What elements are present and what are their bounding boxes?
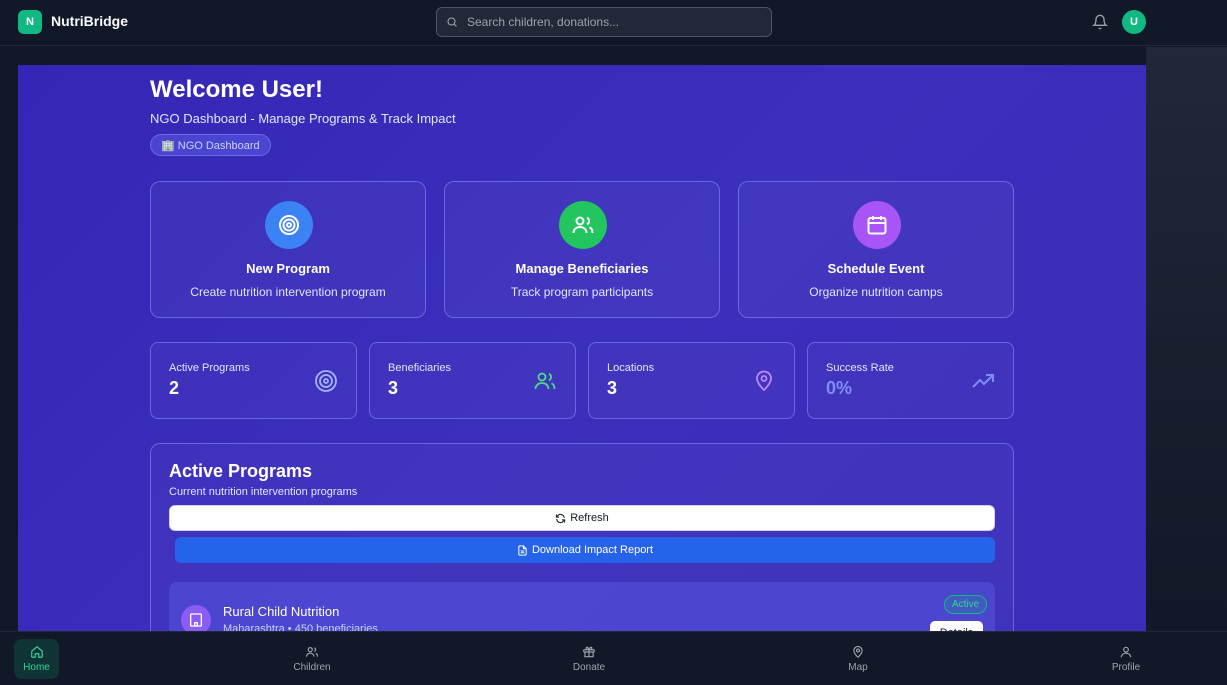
nav-label: Profile xyxy=(1111,662,1141,673)
program-name: Rural Child Nutrition xyxy=(223,604,340,619)
program-row[interactable]: Rural Child Nutrition Maharashtra • 450 … xyxy=(169,582,995,631)
panel-title: Active Programs xyxy=(169,461,313,481)
nav-profile[interactable]: Profile xyxy=(1102,639,1150,679)
background-panel xyxy=(1146,47,1227,631)
users-icon xyxy=(559,201,607,249)
search-input[interactable] xyxy=(467,8,767,36)
stat-label: Success Rate xyxy=(826,362,894,374)
app-logo[interactable]: N xyxy=(18,10,42,34)
top-bar: N NutriBridge U xyxy=(0,0,1227,46)
nav-donate[interactable]: Donate xyxy=(565,639,613,679)
nav-label: Donate xyxy=(572,662,606,673)
app-name[interactable]: NutriBridge xyxy=(51,13,128,29)
stat-beneficiaries: Beneficiaries 3 xyxy=(369,342,576,419)
map-pin-icon xyxy=(853,645,863,659)
stat-label: Active Programs xyxy=(169,362,250,374)
details-button[interactable]: Details xyxy=(930,621,983,631)
action-description: Organize nutrition camps xyxy=(809,285,943,299)
stat-success-rate: Success Rate 0% xyxy=(807,342,1014,419)
stat-value: 0% xyxy=(826,378,853,398)
nav-map[interactable]: Map xyxy=(836,639,880,679)
nav-home[interactable]: Home xyxy=(14,639,59,679)
stat-locations: Locations 3 xyxy=(588,342,795,419)
target-icon xyxy=(315,370,337,392)
status-badge: Active xyxy=(944,595,988,614)
action-description: Create nutrition intervention program xyxy=(190,285,386,299)
target-icon xyxy=(265,201,313,249)
refresh-label: Refresh xyxy=(570,512,609,524)
search-box[interactable] xyxy=(436,7,772,37)
user-icon xyxy=(1120,646,1132,658)
page-subtitle: NGO Dashboard - Manage Programs & Track … xyxy=(150,111,456,126)
role-badge: 🏢 NGO Dashboard xyxy=(150,134,271,156)
new-program-card[interactable]: New Program Create nutrition interventio… xyxy=(150,181,426,318)
nav-label: Home xyxy=(23,662,50,673)
refresh-button[interactable]: Refresh xyxy=(169,505,995,531)
action-title: Schedule Event xyxy=(827,261,925,276)
bell-icon[interactable] xyxy=(1092,14,1108,30)
download-label: Download Impact Report xyxy=(531,544,654,556)
file-text-icon xyxy=(518,544,527,556)
map-pin-icon xyxy=(756,370,772,392)
refresh-icon xyxy=(556,513,566,523)
main-content: Welcome User! NGO Dashboard - Manage Pro… xyxy=(18,65,1146,631)
nav-label: Children xyxy=(293,662,331,673)
action-description: Track program participants xyxy=(510,285,654,299)
gift-icon xyxy=(583,646,595,658)
trending-up-icon xyxy=(972,374,994,388)
stat-value: 3 xyxy=(607,378,618,398)
active-programs-panel: Active Programs Current nutrition interv… xyxy=(150,443,1014,631)
users-icon xyxy=(534,372,556,390)
search-icon xyxy=(447,17,457,27)
action-title: New Program xyxy=(246,261,330,276)
stat-value: 2 xyxy=(169,378,180,398)
page-title: Welcome User! xyxy=(150,76,323,103)
stat-active-programs: Active Programs 2 xyxy=(150,342,357,419)
building-icon xyxy=(181,605,211,631)
home-icon xyxy=(30,645,43,658)
manage-beneficiaries-card[interactable]: Manage Beneficiaries Track program parti… xyxy=(444,181,720,318)
action-title: Manage Beneficiaries xyxy=(515,261,649,276)
panel-subtitle: Current nutrition intervention programs xyxy=(169,486,358,498)
stat-value: 3 xyxy=(388,378,399,398)
bottom-nav: Home Children Donate Map Profile xyxy=(0,631,1227,685)
schedule-event-card[interactable]: Schedule Event Organize nutrition camps xyxy=(738,181,1014,318)
stat-label: Locations xyxy=(607,362,655,374)
avatar[interactable]: U xyxy=(1122,10,1146,34)
users-icon xyxy=(305,647,319,657)
calendar-icon xyxy=(853,201,901,249)
program-meta: Maharashtra • 450 beneficiaries xyxy=(223,623,378,631)
nav-children[interactable]: Children xyxy=(287,639,337,679)
stat-label: Beneficiaries xyxy=(388,362,451,374)
nav-label: Map xyxy=(848,662,868,673)
download-report-button[interactable]: Download Impact Report xyxy=(175,537,995,563)
